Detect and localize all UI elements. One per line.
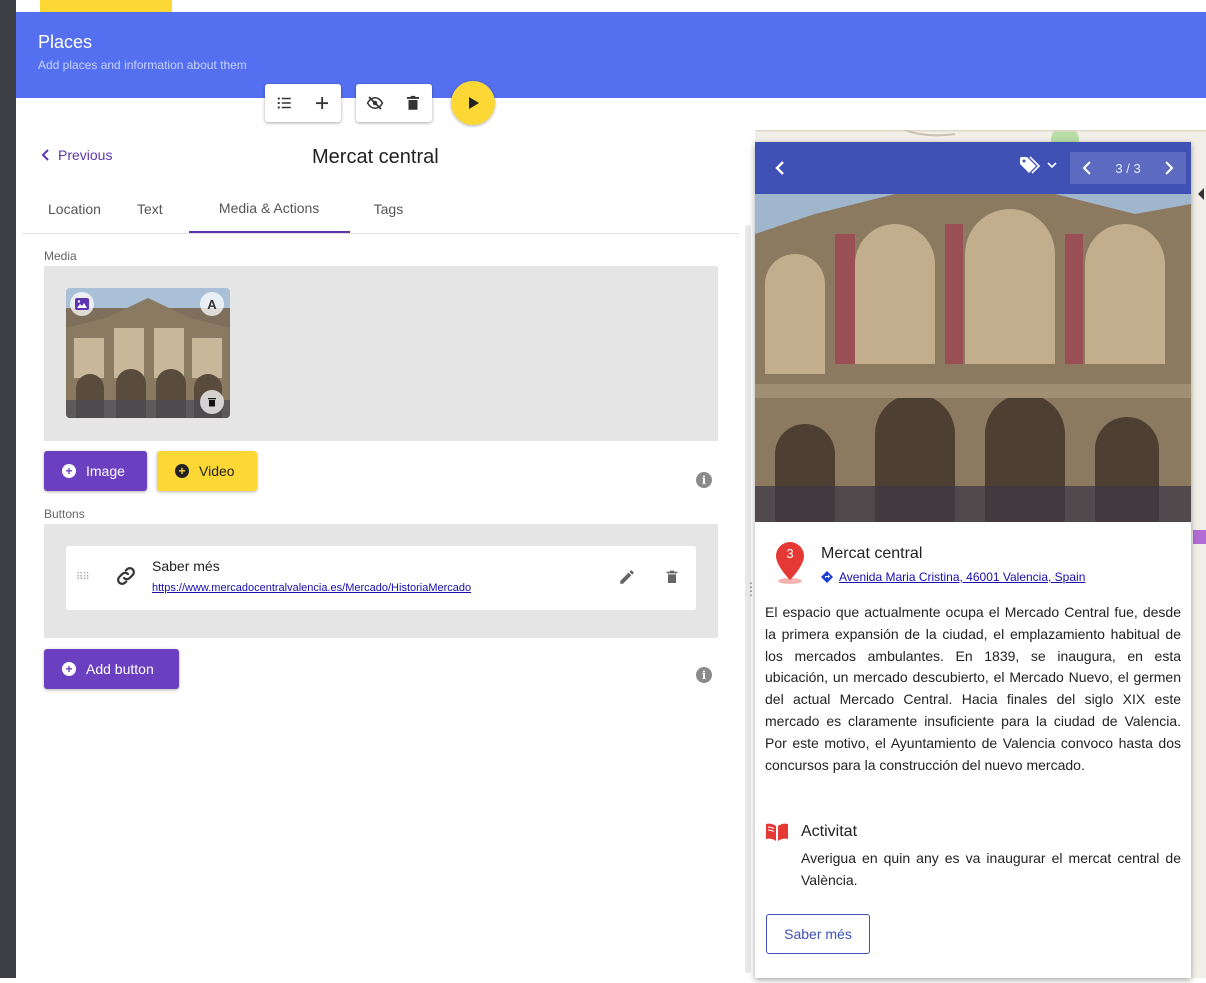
place-preview-card: 3 / 3 3 Mercat central Avenida Maria Cri… <box>755 142 1191 978</box>
button-item: ⠿⠿ Saber més https://www.mercadocentralv… <box>66 546 696 610</box>
previous-link[interactable]: Previous <box>40 147 112 163</box>
chevron-left-icon <box>41 149 49 161</box>
buttons-list: ⠿⠿ Saber més https://www.mercadocentralv… <box>44 524 718 638</box>
preview-header: 3 / 3 <box>755 142 1191 194</box>
drag-handle-icon[interactable]: ⠿⠿ <box>76 572 90 583</box>
plus-icon <box>316 97 328 109</box>
preview-pager: 3 / 3 <box>1070 152 1186 184</box>
pager-separator: / <box>1126 160 1130 176</box>
preview-title: Mercat central <box>821 545 923 562</box>
saber-mes-button[interactable]: Saber més <box>766 914 870 954</box>
directions-icon <box>821 571 833 583</box>
preview-address: Avenida Maria Cristina, 46001 Valencia, … <box>839 570 1086 584</box>
pager-text: 3 / 3 <box>1115 161 1140 176</box>
chevron-left-icon[interactable] <box>771 158 791 178</box>
list-icon <box>277 97 291 109</box>
play-icon <box>469 97 479 109</box>
page-title: Mercat central <box>312 146 439 168</box>
pencil-icon[interactable] <box>618 568 636 586</box>
media-thumbnail[interactable]: A <box>66 288 230 418</box>
pin-number: 3 <box>786 546 794 561</box>
thumb-delete-button[interactable] <box>200 390 224 414</box>
chevron-down-icon <box>1047 162 1057 169</box>
tab-location[interactable]: Location <box>22 184 127 233</box>
button-item-url[interactable]: https://www.mercadocentralvalencia.es/Me… <box>152 582 471 594</box>
previous-label: Previous <box>58 147 113 163</box>
tags-icon <box>1020 156 1041 174</box>
image-type-icon <box>70 292 94 316</box>
add-video-label: Video <box>199 463 235 479</box>
add-button-label: Add button <box>86 661 154 677</box>
tab-text[interactable]: Text <box>127 184 189 233</box>
link-icon <box>117 567 135 585</box>
toolbar-group-actions <box>356 84 432 122</box>
preview-description: El espacio que actualmente ocupa el Merc… <box>765 604 1181 773</box>
market-photo <box>755 194 1191 522</box>
activity-title: Activitat <box>801 823 858 840</box>
tags-dropdown[interactable] <box>1019 156 1057 174</box>
plus-circle-icon: + <box>175 464 189 478</box>
add-image-button[interactable]: + Image <box>44 451 147 491</box>
plus-circle-icon: + <box>62 662 76 676</box>
chevron-right-icon[interactable] <box>1164 161 1174 175</box>
app-header: Places Add places and information about … <box>16 12 1206 98</box>
media-dropzone: A <box>44 266 718 441</box>
media-section-label: Media <box>44 249 77 263</box>
thumb-badge-label: A <box>200 292 224 316</box>
editor-tabs: Location Text Media & Actions Tags <box>22 184 739 234</box>
tab-tags[interactable]: Tags <box>350 184 428 233</box>
add-button-button[interactable]: + Add button <box>44 649 179 689</box>
buttons-info-icon[interactable]: i <box>696 667 712 683</box>
header-title: Places <box>38 32 93 52</box>
activity-text: Averigua en quin any es va inaugurar el … <box>801 850 1181 888</box>
add-place-button[interactable] <box>303 84 341 122</box>
hide-button[interactable] <box>356 84 394 122</box>
toolbar-group-list <box>265 84 341 122</box>
media-info-icon[interactable]: i <box>696 472 712 488</box>
button-item-title: Saber més <box>152 558 220 574</box>
delete-place-button[interactable] <box>394 84 432 122</box>
buttons-section-label: Buttons <box>44 507 85 521</box>
book-icon <box>766 823 788 841</box>
map-panel-toggle-icon[interactable] <box>1196 186 1206 202</box>
plus-circle-icon: + <box>62 464 76 478</box>
editor-scrollbar[interactable] <box>745 225 751 973</box>
play-button[interactable] <box>451 81 495 125</box>
add-image-label: Image <box>86 463 125 479</box>
add-video-button[interactable]: + Video <box>157 451 257 491</box>
list-button[interactable] <box>265 84 303 122</box>
header-top-stripe <box>16 0 1206 12</box>
trash-icon[interactable] <box>664 568 680 586</box>
preview-address-link[interactable]: Avenida Maria Cristina, 46001 Valencia, … <box>821 570 1085 584</box>
eye-off-icon <box>366 96 384 110</box>
pager-total: 3 <box>1133 160 1141 176</box>
pager-current: 3 <box>1115 160 1123 176</box>
chevron-left-icon[interactable] <box>1082 161 1092 175</box>
header-subtitle: Add places and information about them <box>38 58 247 72</box>
trash-icon <box>407 95 419 110</box>
tab-media-actions[interactable]: Media & Actions <box>188 184 350 233</box>
window-left-edge <box>0 0 16 978</box>
place-photo <box>755 194 1191 522</box>
trash-icon <box>208 398 216 407</box>
